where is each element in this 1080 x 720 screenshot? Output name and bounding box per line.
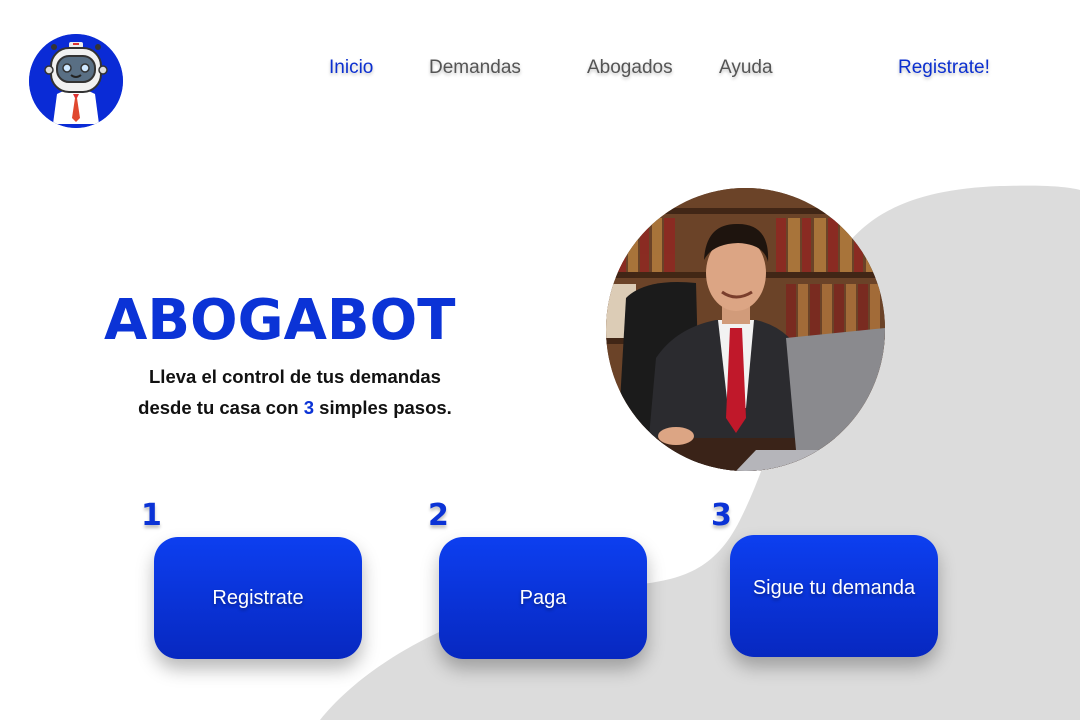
nav-ayuda[interactable]: Ayuda (719, 57, 773, 79)
nav-register-link[interactable]: Registrate! (898, 57, 990, 79)
hero-title: ABOGABOT (104, 288, 456, 353)
lawyer-photo (606, 188, 885, 471)
follow-case-step-label: Sigue tu demanda (752, 577, 916, 599)
robot-lawyer-icon[interactable] (29, 34, 123, 128)
subtitle-line-2-pre: desde tu casa con (138, 397, 304, 418)
nav-inicio[interactable]: Inicio (329, 57, 373, 79)
register-step-label: Registrate (212, 586, 304, 609)
subtitle-highlight: 3 (303, 397, 315, 418)
pay-step-button[interactable]: Paga (439, 537, 647, 659)
follow-case-step-button[interactable]: Sigue tu demanda (730, 535, 938, 657)
subtitle-line-1: Lleva el control de tus demandas (149, 366, 441, 387)
nav-abogados[interactable]: Abogados (587, 57, 673, 79)
register-step-button[interactable]: Registrate (154, 537, 362, 659)
pay-step-label: Paga (519, 586, 567, 609)
step-3-number: 3 (711, 498, 732, 533)
step-2-number: 2 (428, 498, 449, 533)
subtitle-line-2-post: simples pasos. (314, 397, 452, 418)
hero-subtitle: Lleva el control de tus demandas desde t… (100, 361, 490, 423)
step-1-number: 1 (141, 498, 162, 533)
nav-demandas[interactable]: Demandas (429, 57, 521, 79)
